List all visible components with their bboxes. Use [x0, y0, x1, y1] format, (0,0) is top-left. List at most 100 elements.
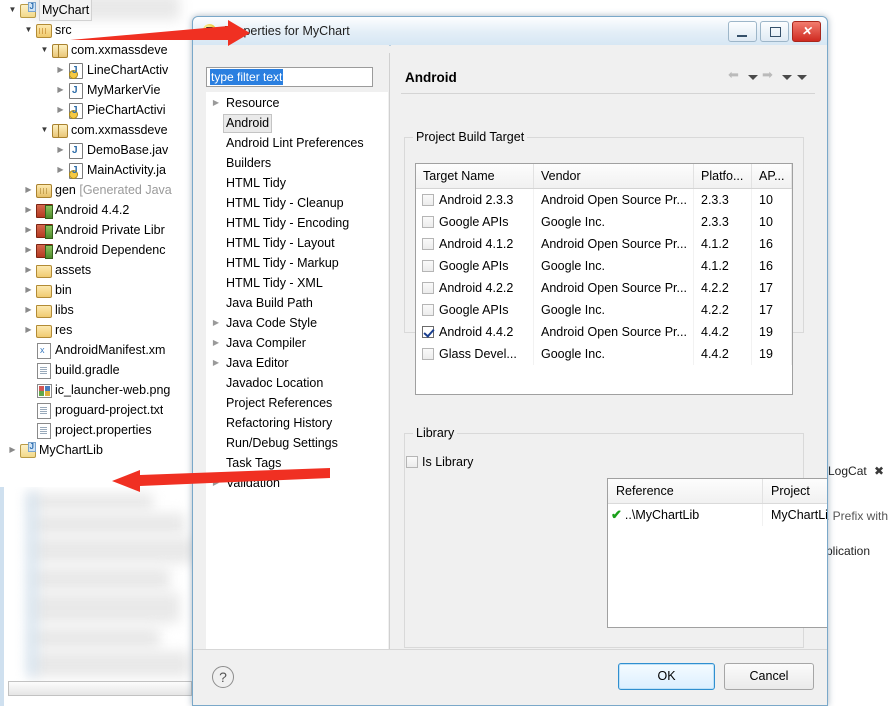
- twisty-expanded-icon[interactable]: [38, 120, 51, 140]
- explorer-item-com-xxmassdeve[interactable]: com.xxmassdeve: [0, 40, 196, 60]
- explorer-item-mychartlib[interactable]: MyChartLib: [0, 440, 196, 460]
- explorer-item-mymarkervie[interactable]: MyMarkerVie: [0, 80, 196, 100]
- twisty-collapsed-icon[interactable]: [54, 100, 67, 120]
- checkbox-unchecked-icon[interactable]: [422, 282, 434, 294]
- filter-input[interactable]: type filter text: [206, 67, 373, 87]
- close-button[interactable]: ✕: [792, 20, 821, 42]
- checkbox-unchecked-icon[interactable]: [422, 238, 434, 250]
- forward-chevron-down-icon[interactable]: [781, 72, 792, 82]
- explorer-item-ic-launcher-web-png[interactable]: ic_launcher-web.png: [0, 380, 196, 400]
- view-menu-chevron-down-icon[interactable]: [796, 72, 807, 82]
- twisty-expanded-icon[interactable]: [6, 0, 19, 20]
- table-row[interactable]: Android 4.4.2 Android Open Source Pr... 4.…: [416, 321, 792, 343]
- twisty-collapsed-icon[interactable]: [54, 60, 67, 80]
- twisty-collapsed-icon[interactable]: [209, 333, 223, 353]
- help-icon[interactable]: ?: [212, 666, 234, 688]
- prefs-tree-item-html-tidy-encoding[interactable]: HTML Tidy - Encoding: [207, 213, 387, 233]
- explorer-item-res[interactable]: res: [0, 320, 196, 340]
- checkbox-unchecked-icon[interactable]: [422, 194, 434, 206]
- twisty-collapsed-icon[interactable]: [54, 80, 67, 100]
- explorer-item-mychart[interactable]: MyChart: [0, 0, 196, 21]
- back-chevron-down-icon[interactable]: [747, 72, 758, 82]
- twisty-collapsed-icon[interactable]: [209, 473, 223, 493]
- prefs-tree-item-html-tidy-xml[interactable]: HTML Tidy - XML: [207, 273, 387, 293]
- table-row[interactable]: Google APIs Google Inc. 2.3.3 10: [416, 211, 792, 233]
- column-header-vendor[interactable]: Vendor: [534, 164, 694, 188]
- twisty-collapsed-icon[interactable]: [22, 260, 35, 280]
- explorer-item-gen[interactable]: gen [Generated Java: [0, 180, 196, 200]
- checkbox-unchecked-icon[interactable]: [422, 304, 434, 316]
- twisty-collapsed-icon[interactable]: [22, 320, 35, 340]
- prefs-tree-item-validation[interactable]: Validation: [207, 473, 387, 493]
- build-target-name-cell[interactable]: Android 4.2.2: [416, 277, 534, 299]
- twisty-expanded-icon[interactable]: [38, 40, 51, 60]
- explorer-item-assets[interactable]: assets: [0, 260, 196, 280]
- prefs-tree-item-html-tidy-cleanup[interactable]: HTML Tidy - Cleanup: [207, 193, 387, 213]
- close-icon[interactable]: ✖: [874, 464, 884, 478]
- cancel-button[interactable]: Cancel: [724, 663, 814, 690]
- explorer-item-androidmanifest-xm[interactable]: AndroidManifest.xm: [0, 340, 196, 360]
- prefs-tree-item-html-tidy-layout[interactable]: HTML Tidy - Layout: [207, 233, 387, 253]
- twisty-collapsed-icon[interactable]: [22, 280, 35, 300]
- prefs-tree-item-java-build-path[interactable]: Java Build Path: [207, 293, 387, 313]
- column-header-project[interactable]: Project: [763, 479, 827, 503]
- properties-dialog[interactable]: Properties for MyChart ✕ type filter tex…: [192, 16, 828, 706]
- explorer-item-build-gradle[interactable]: build.gradle: [0, 360, 196, 380]
- checkbox-checked-icon[interactable]: [422, 326, 434, 338]
- twisty-collapsed-icon[interactable]: [209, 353, 223, 373]
- preferences-tree[interactable]: Resource Android Android Lint Preferences B…: [206, 92, 388, 664]
- editor-hscrollbar[interactable]: [8, 681, 192, 696]
- twisty-collapsed-icon[interactable]: [6, 440, 19, 460]
- prefs-tree-item-javadoc-location[interactable]: Javadoc Location: [207, 373, 387, 393]
- explorer-item-android-dependenc[interactable]: Android Dependenc: [0, 240, 196, 260]
- twisty-collapsed-icon[interactable]: [22, 180, 35, 200]
- checkbox-unchecked-icon[interactable]: [422, 260, 434, 272]
- twisty-collapsed-icon[interactable]: [22, 240, 35, 260]
- explorer-item-proguard-project-txt[interactable]: proguard-project.txt: [0, 400, 196, 420]
- prefs-tree-item-project-references[interactable]: Project References: [207, 393, 387, 413]
- prefs-tree-item-android-lint-preferences[interactable]: Android Lint Preferences: [207, 133, 387, 153]
- library-references-table[interactable]: Reference Project ✔ ..\MyChartLib MyChartL…: [607, 478, 827, 628]
- build-target-name-cell[interactable]: Android 4.1.2: [416, 233, 534, 255]
- page-navigation[interactable]: [728, 67, 827, 83]
- logcat-view[interactable]: LogCat ✖ . Prefix with plication: [826, 0, 890, 706]
- build-target-name-cell[interactable]: Glass Devel...: [416, 343, 534, 365]
- prefs-tree-item-java-code-style[interactable]: Java Code Style: [207, 313, 387, 333]
- checkbox-unchecked-icon[interactable]: [422, 348, 434, 360]
- prefs-tree-item-android[interactable]: Android: [207, 113, 387, 133]
- prefs-tree-item-refactoring-history[interactable]: Refactoring History: [207, 413, 387, 433]
- checkbox-unchecked-icon[interactable]: [422, 216, 434, 228]
- table-row[interactable]: Glass Devel... Google Inc. 4.4.2 19: [416, 343, 792, 365]
- column-header-target-name[interactable]: Target Name: [416, 164, 534, 188]
- explorer-item-linechartactiv[interactable]: LineChartActiv: [0, 60, 196, 80]
- prefs-tree-item-java-editor[interactable]: Java Editor: [207, 353, 387, 373]
- is-library-checkbox-row[interactable]: Is Library: [406, 455, 473, 469]
- build-target-name-cell[interactable]: Google APIs: [416, 299, 534, 321]
- logcat-tab-label[interactable]: LogCat: [828, 464, 867, 478]
- explorer-item-src[interactable]: src: [0, 20, 196, 40]
- table-row[interactable]: Google APIs Google Inc. 4.1.2 16: [416, 255, 792, 277]
- twisty-collapsed-icon[interactable]: [54, 140, 67, 160]
- prefs-tree-item-html-tidy-markup[interactable]: HTML Tidy - Markup: [207, 253, 387, 273]
- table-row[interactable]: Android 4.2.2 Android Open Source Pr... 4.…: [416, 277, 792, 299]
- is-library-checkbox[interactable]: [406, 456, 418, 468]
- build-target-table[interactable]: Target Name Vendor Platfo... AP... Andro…: [415, 163, 793, 395]
- library-reference-cell[interactable]: ✔ ..\MyChartLib: [608, 504, 763, 526]
- explorer-item-piechartactivi[interactable]: PieChartActivi: [0, 100, 196, 120]
- table-row[interactable]: Android 4.1.2 Android Open Source Pr... 4.…: [416, 233, 792, 255]
- twisty-collapsed-icon[interactable]: [209, 93, 223, 113]
- build-target-name-cell[interactable]: Google APIs: [416, 211, 534, 233]
- twisty-collapsed-icon[interactable]: [22, 220, 35, 240]
- twisty-collapsed-icon[interactable]: [22, 300, 35, 320]
- explorer-node-list[interactable]: MyChart src com.xxmassdeve LineChartActiv My…: [0, 0, 196, 460]
- ok-button[interactable]: OK: [618, 663, 715, 690]
- build-target-name-cell[interactable]: Android 2.3.3: [416, 189, 534, 211]
- back-arrow-icon[interactable]: [728, 67, 743, 83]
- explorer-item-mainactivity-ja[interactable]: MainActivity.ja: [0, 160, 196, 180]
- twisty-collapsed-icon[interactable]: [209, 313, 223, 333]
- twisty-expanded-icon[interactable]: [22, 20, 35, 40]
- twisty-collapsed-icon[interactable]: [22, 200, 35, 220]
- prefs-tree-item-java-compiler[interactable]: Java Compiler: [207, 333, 387, 353]
- table-row[interactable]: Android 2.3.3 Android Open Source Pr... 2.…: [416, 189, 792, 211]
- explorer-item-libs[interactable]: libs: [0, 300, 196, 320]
